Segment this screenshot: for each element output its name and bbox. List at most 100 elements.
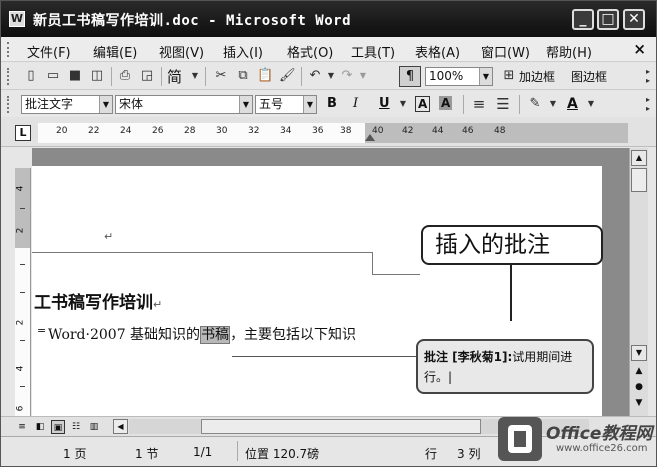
distributed-icon[interactable]: ☰ bbox=[495, 96, 511, 112]
scroll-left-icon[interactable]: ◀ bbox=[113, 419, 128, 434]
chevron-down-icon[interactable]: ▼ bbox=[395, 96, 411, 112]
vertical-scrollbar[interactable]: ▲ ▼ ▲ ● ▼ bbox=[629, 148, 648, 416]
web-view-icon[interactable]: ◧ bbox=[33, 420, 47, 434]
margin-indicator: = bbox=[37, 324, 47, 337]
scroll-down-icon[interactable]: ▼ bbox=[631, 345, 647, 361]
menu-insert[interactable]: 插入(I) bbox=[223, 42, 263, 61]
open-folder-icon[interactable]: ▭ bbox=[45, 68, 61, 84]
ruler-number: 32 bbox=[248, 126, 260, 136]
document-page[interactable]: ↵ 工书稿写作培训↵ = Word·2007 基础知识的书稿，主要包括以下知识 … bbox=[32, 166, 602, 416]
cut-icon[interactable]: ✂ bbox=[213, 68, 229, 84]
highlight-icon[interactable]: ✎ bbox=[527, 96, 543, 112]
word-app-icon[interactable]: W bbox=[9, 11, 25, 27]
menu-grip[interactable] bbox=[7, 42, 10, 57]
menu-window[interactable]: 窗口(W) bbox=[481, 42, 530, 61]
underline-button[interactable]: U bbox=[379, 96, 390, 111]
toolbar-grip[interactable] bbox=[7, 68, 10, 85]
maximize-button[interactable]: □ bbox=[597, 9, 619, 30]
print-view-icon[interactable]: ▣ bbox=[51, 420, 65, 434]
commented-text[interactable]: 书稿 bbox=[200, 326, 231, 344]
print-preview-icon[interactable]: ◲ bbox=[139, 68, 155, 84]
font-color-button[interactable]: A bbox=[567, 96, 578, 112]
character-shading-button[interactable]: A bbox=[439, 96, 453, 110]
menu-view[interactable]: 视图(V) bbox=[159, 42, 204, 61]
simplified-traditional-button[interactable]: 简 bbox=[167, 66, 182, 87]
document-heading[interactable]: 工书稿写作培训↵ bbox=[34, 288, 162, 313]
comment-balloon[interactable]: 批注 [李秋菊1]:试用期间进行。| bbox=[416, 339, 594, 394]
vruler-number: 4 bbox=[15, 365, 26, 372]
status-separator bbox=[237, 441, 238, 461]
next-page-icon[interactable]: ▼ bbox=[632, 396, 646, 410]
menu-edit[interactable]: 编辑(E) bbox=[93, 42, 137, 61]
minimize-button[interactable]: _ bbox=[572, 9, 594, 30]
scroll-up-icon[interactable]: ▲ bbox=[631, 150, 647, 166]
horizontal-scroll-thumb[interactable] bbox=[201, 419, 481, 434]
chevron-down-icon[interactable]: ▼ bbox=[187, 68, 203, 84]
draw-table-icon[interactable]: ⊞ bbox=[501, 68, 517, 84]
print-icon[interactable]: ⎙ bbox=[117, 68, 133, 84]
permission-icon[interactable]: ◫ bbox=[89, 68, 105, 84]
logo-brand: Office教程网 bbox=[546, 424, 653, 444]
tab-selector[interactable]: L bbox=[15, 125, 31, 141]
toolbar-options-icon[interactable]: ▸ ▸ bbox=[646, 95, 654, 114]
ruler-number: 26 bbox=[152, 126, 164, 136]
font-size-value: 五号 bbox=[259, 97, 284, 111]
vertical-ruler[interactable]: 4 2 2 4 6 bbox=[15, 168, 31, 418]
menu-table[interactable]: 表格(A) bbox=[415, 42, 460, 61]
draw-table-button[interactable]: 加边框 bbox=[519, 68, 555, 85]
zoom-select[interactable]: 100% ▼ bbox=[425, 67, 493, 86]
undo-icon[interactable]: ↶ bbox=[307, 68, 323, 84]
bold-button[interactable]: B bbox=[327, 96, 337, 111]
vruler-number: 2 bbox=[15, 319, 26, 326]
scroll-thumb[interactable] bbox=[631, 168, 647, 192]
previous-page-icon[interactable]: ▲ bbox=[632, 364, 646, 378]
chevron-down-icon[interactable]: ▼ bbox=[99, 96, 112, 113]
character-border-button[interactable]: A bbox=[415, 96, 431, 112]
menu-tools[interactable]: 工具(T) bbox=[351, 42, 395, 61]
font-size-select[interactable]: 五号 ▼ bbox=[255, 95, 317, 114]
show-hide-marks-icon[interactable]: ¶ bbox=[399, 66, 421, 87]
chevron-down-icon[interactable]: ▼ bbox=[545, 96, 561, 112]
toolbar-options-icon[interactable]: ▸ ▸ bbox=[646, 67, 654, 86]
vruler-tick bbox=[20, 208, 25, 209]
style-select[interactable]: 批注文字 ▼ bbox=[21, 95, 113, 114]
formatting-toolbar: 批注文字 ▼ 宋体 ▼ 五号 ▼ B I U ▼ A A ≡ ☰ ✎ ▼ A ▼… bbox=[1, 91, 656, 118]
select-browse-object-icon[interactable]: ● bbox=[632, 380, 646, 394]
toolbar-grip[interactable] bbox=[7, 96, 10, 113]
ruler-number: 20 bbox=[56, 126, 68, 136]
document-body-line[interactable]: Word·2007 基础知识的书稿，主要包括以下知识 bbox=[48, 324, 356, 344]
menu-bar: 文件(F) 编辑(E) 视图(V) 插入(I) 格式(O) 工具(T) 表格(A… bbox=[1, 37, 656, 62]
right-indent-marker[interactable] bbox=[365, 134, 375, 141]
paste-icon[interactable]: 📋 bbox=[257, 68, 273, 84]
chevron-down-icon[interactable]: ▼ bbox=[355, 68, 371, 84]
toolbar-separator bbox=[111, 67, 112, 86]
copy-icon[interactable]: ⧉ bbox=[235, 68, 251, 84]
format-painter-icon[interactable]: 🖌 bbox=[279, 68, 296, 84]
chevron-down-icon[interactable]: ▼ bbox=[583, 96, 599, 112]
close-document-icon[interactable]: × bbox=[633, 40, 646, 58]
reading-view-icon[interactable]: ▥ bbox=[87, 420, 101, 434]
normal-view-icon[interactable]: ≡ bbox=[15, 420, 29, 434]
document-area[interactable]: ↵ 工书稿写作培训↵ = Word·2007 基础知识的书稿，主要包括以下知识 … bbox=[32, 148, 629, 416]
chevron-down-icon[interactable]: ▼ bbox=[239, 96, 252, 113]
callout-pointer bbox=[510, 265, 512, 321]
outline-view-icon[interactable]: ☷ bbox=[69, 420, 83, 434]
save-icon[interactable]: ■ bbox=[67, 68, 83, 84]
italic-button[interactable]: I bbox=[353, 96, 358, 111]
text-cursor: | bbox=[448, 370, 453, 384]
ruler-number: 22 bbox=[88, 126, 100, 136]
chevron-down-icon[interactable]: ▼ bbox=[323, 68, 339, 84]
borders-button[interactable]: 图边框 bbox=[571, 68, 607, 85]
status-section: 1 节 bbox=[135, 447, 159, 461]
menu-format[interactable]: 格式(O) bbox=[287, 42, 333, 61]
close-button[interactable]: ✕ bbox=[623, 9, 645, 30]
justify-icon[interactable]: ≡ bbox=[471, 96, 487, 112]
new-document-icon[interactable]: ▯ bbox=[23, 68, 39, 84]
redo-icon[interactable]: ↷ bbox=[339, 68, 355, 84]
menu-file[interactable]: 文件(F) bbox=[27, 42, 71, 61]
chevron-down-icon[interactable]: ▼ bbox=[479, 68, 492, 85]
chevron-down-icon[interactable]: ▼ bbox=[303, 96, 316, 113]
horizontal-ruler[interactable]: 20 22 24 26 28 30 32 34 36 38 40 42 44 4… bbox=[38, 123, 628, 143]
font-select[interactable]: 宋体 ▼ bbox=[115, 95, 253, 114]
menu-help[interactable]: 帮助(H) bbox=[546, 42, 592, 61]
